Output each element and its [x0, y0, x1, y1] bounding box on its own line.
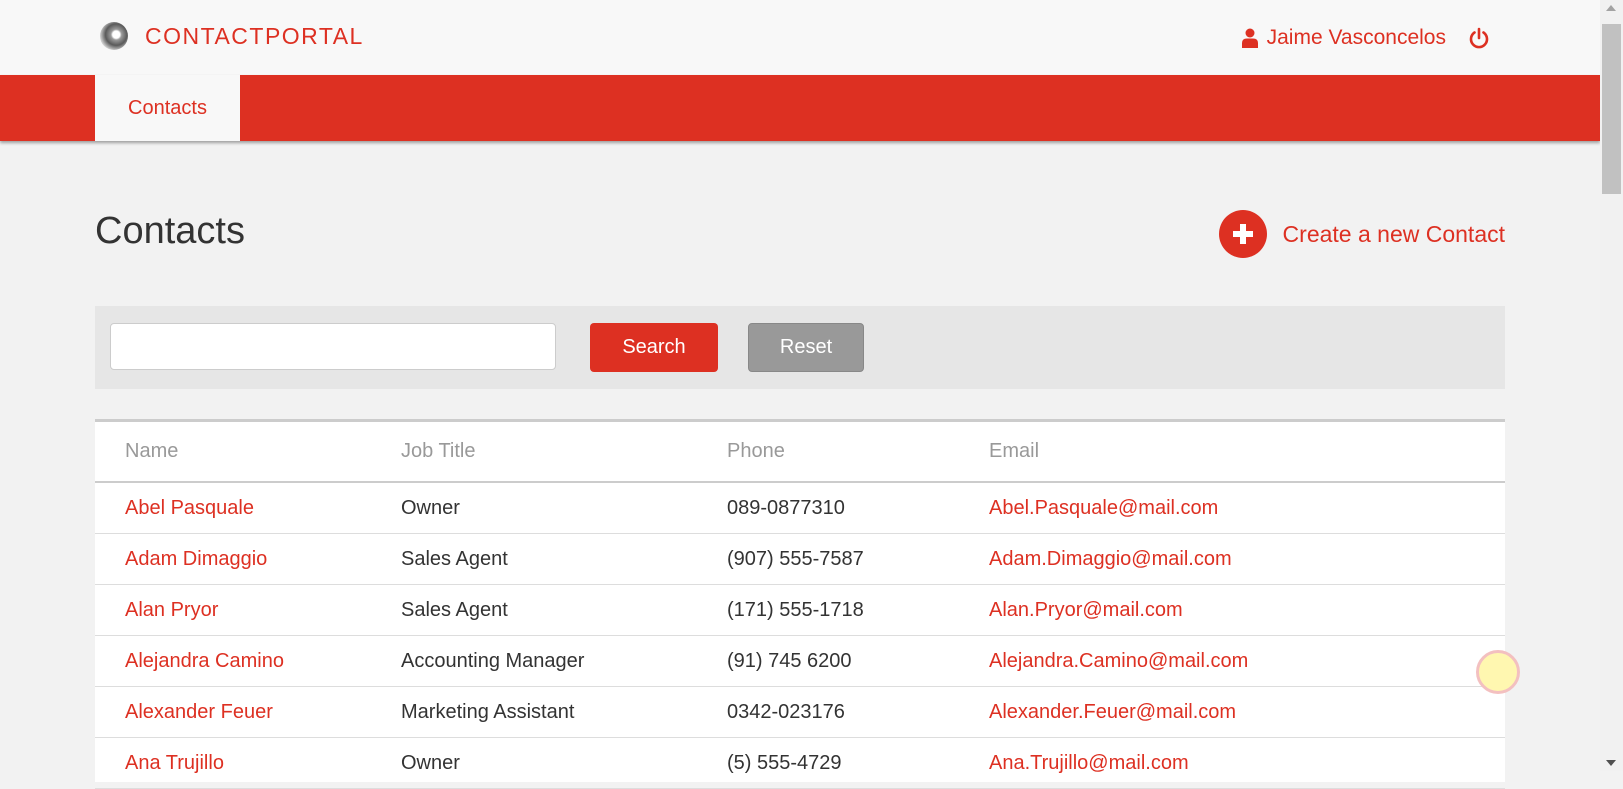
search-input[interactable]	[110, 323, 556, 370]
contact-name-link[interactable]: Alejandra Camino	[95, 635, 401, 687]
job-title-cell: Sales Agent	[401, 584, 727, 636]
brand-name: CONTACTPORTAL	[145, 22, 364, 49]
table-header-row: Name Job Title Phone Email	[95, 422, 1505, 483]
user-menu: Jaime Vasconcelos	[1241, 26, 1490, 50]
email-link[interactable]: Abel.Pasquale@mail.com	[989, 482, 1505, 534]
phone-cell: 089-0877310	[727, 482, 989, 534]
phone-cell: (907) 555-7587	[727, 533, 989, 585]
column-header-email[interactable]: Email	[989, 422, 1505, 483]
email-link[interactable]: Alan.Pryor@mail.com	[989, 584, 1505, 636]
column-header-phone[interactable]: Phone	[727, 422, 989, 483]
plus-circle-icon	[1218, 210, 1267, 258]
reset-button[interactable]: Reset	[748, 323, 864, 372]
contacts-table: Name Job Title Phone Email Abel Pasquale…	[95, 419, 1505, 789]
job-title-cell: Sales Agent	[401, 533, 727, 585]
contact-name-link[interactable]: Ana Trujillo	[95, 737, 401, 789]
scroll-up-icon[interactable]	[1606, 5, 1616, 11]
vertical-scrollbar[interactable]	[1600, 0, 1623, 771]
column-header-job-title[interactable]: Job Title	[401, 422, 727, 483]
phone-cell: (91) 745 6200	[727, 635, 989, 687]
phone-cell: (5) 555-4729	[727, 737, 989, 789]
table-row: Alexander Feuer Marketing Assistant 0342…	[95, 686, 1505, 738]
logo-icon	[100, 22, 128, 50]
job-title-cell: Owner	[401, 482, 727, 534]
scroll-thumb[interactable]	[1602, 24, 1621, 194]
page-title: Contacts	[95, 210, 245, 252]
user-icon	[1241, 28, 1258, 48]
tab-contacts[interactable]: Contacts	[95, 75, 240, 141]
email-link[interactable]: Alexander.Feuer@mail.com	[989, 686, 1505, 738]
user-name[interactable]: Jaime Vasconcelos	[1267, 26, 1446, 50]
create-contact-label: Create a new Contact	[1282, 220, 1505, 247]
brand[interactable]: CONTACTPORTAL	[100, 22, 364, 50]
job-title-cell: Accounting Manager	[401, 635, 727, 687]
phone-cell: (171) 555-1718	[727, 584, 989, 636]
contact-name-link[interactable]: Abel Pasquale	[95, 482, 401, 534]
job-title-cell: Marketing Assistant	[401, 686, 727, 738]
table-row: Adam Dimaggio Sales Agent (907) 555-7587…	[95, 533, 1505, 585]
table-row: Abel Pasquale Owner 089-0877310 Abel.Pas…	[95, 482, 1505, 534]
table-row: Ana Trujillo Owner (5) 555-4729 Ana.Truj…	[95, 737, 1505, 789]
power-icon[interactable]	[1468, 27, 1490, 49]
table-row: Alan Pryor Sales Agent (171) 555-1718 Al…	[95, 584, 1505, 636]
search-panel: Search Reset	[95, 306, 1505, 389]
email-link[interactable]: Alejandra.Camino@mail.com	[989, 635, 1505, 687]
email-link[interactable]: Ana.Trujillo@mail.com	[989, 737, 1505, 789]
job-title-cell: Owner	[401, 737, 727, 789]
search-button[interactable]: Search	[590, 323, 718, 372]
table-row: Alejandra Camino Accounting Manager (91)…	[95, 635, 1505, 687]
contact-name-link[interactable]: Alexander Feuer	[95, 686, 401, 738]
phone-cell: 0342-023176	[727, 686, 989, 738]
cursor-indicator	[1476, 650, 1520, 694]
scroll-down-icon[interactable]	[1606, 760, 1616, 766]
contact-name-link[interactable]: Alan Pryor	[95, 584, 401, 636]
email-link[interactable]: Adam.Dimaggio@mail.com	[989, 533, 1505, 585]
top-header: CONTACTPORTAL Jaime Vasconcelos	[0, 0, 1600, 75]
nav-bar: Contacts	[0, 75, 1600, 141]
contact-name-link[interactable]: Adam Dimaggio	[95, 533, 401, 585]
create-contact-button[interactable]: Create a new Contact	[1218, 210, 1505, 258]
column-header-name[interactable]: Name	[95, 422, 401, 483]
